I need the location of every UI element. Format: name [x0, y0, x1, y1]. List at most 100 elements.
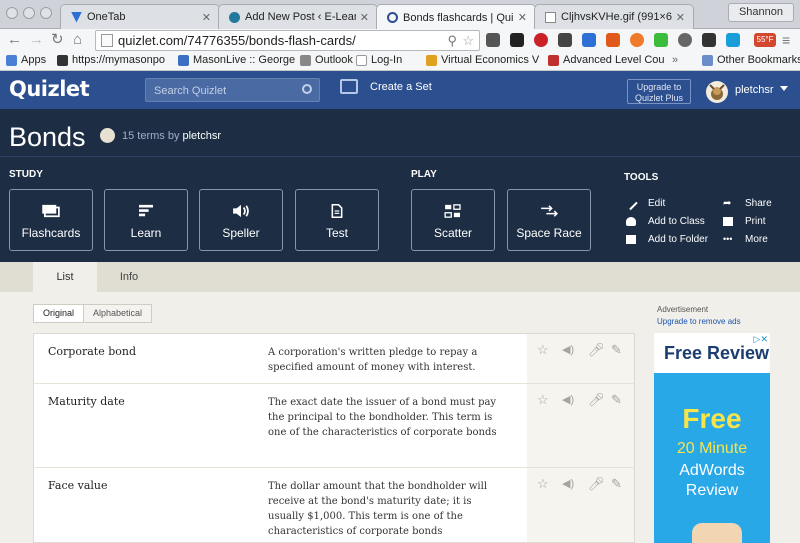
advertisement[interactable]: Free Review ▷✕ Free 20 Minute AdWords Re…	[654, 333, 770, 543]
username[interactable]: pletchsr	[735, 84, 774, 96]
sort-original-button[interactable]: Original	[34, 305, 85, 322]
profile-button[interactable]: Shannon	[728, 3, 794, 22]
star-icon[interactable]: ☆	[462, 31, 474, 50]
tool-label: Add to Folder	[648, 234, 709, 245]
bookmark-advanced-level[interactable]: Advanced Level Cou	[548, 54, 665, 66]
bookmark-label: Apps	[21, 54, 47, 66]
chevron-down-icon[interactable]	[780, 86, 788, 91]
set-banner: Bonds 15 terms by pletchsr STUDY PLAY TO…	[0, 109, 800, 262]
edit-tool[interactable]: Edit	[624, 196, 665, 211]
window-close-control[interactable]	[6, 7, 18, 19]
bookmark-apps[interactable]: Apps	[6, 54, 46, 66]
set-tabs: List Info	[0, 262, 800, 292]
address-bar[interactable]: quizlet.com/74776355/bonds-flash-cards/ …	[95, 30, 480, 51]
microphone-icon[interactable]: 🎤︎	[588, 342, 605, 358]
author-link[interactable]: pletchsr	[182, 130, 221, 142]
close-icon[interactable]: ✕	[676, 11, 685, 24]
upgrade-button[interactable]: Upgrade to Quizlet Plus	[627, 79, 691, 104]
evernote-extension-icon[interactable]	[654, 33, 668, 47]
extension-icon[interactable]	[606, 33, 620, 47]
bookmark-log-in[interactable]: Log-In	[356, 54, 402, 66]
bookmark-masonlive[interactable]: MasonLive :: George	[178, 54, 295, 66]
ad-choices-icon[interactable]: ▷✕	[754, 334, 768, 345]
space-race-icon	[541, 205, 558, 217]
create-set-label: Create a Set	[370, 80, 432, 93]
extension-icon[interactable]	[630, 33, 644, 47]
more-tool[interactable]: ••• More	[723, 234, 768, 245]
add-to-class-tool[interactable]: Add to Class	[626, 216, 705, 227]
bookmark-label: Outlook	[315, 54, 353, 66]
mode-label: Test	[325, 226, 348, 240]
create-set-icon	[340, 79, 358, 94]
microphone-icon[interactable]: 🎤︎	[588, 476, 605, 492]
pencil-icon[interactable]: ✎	[611, 342, 622, 358]
bookmark-label: MasonLive :: George	[193, 54, 296, 66]
buffer-extension-icon[interactable]	[510, 33, 524, 47]
browser-tab-quizlet[interactable]: Bonds flashcards | Quizlet ✕	[376, 4, 536, 30]
image-favicon-icon	[545, 11, 556, 23]
bookmark-virtual-economics[interactable]: Virtual Economics V	[426, 54, 539, 66]
add-to-folder-tool[interactable]: Add to Folder	[626, 234, 708, 245]
bookmark-outlook[interactable]: Outlook	[300, 54, 353, 66]
more-dots-icon: •••	[723, 234, 733, 244]
browser-tab-gif[interactable]: CljhvsKVHe.gif (991×681) ✕	[534, 4, 694, 29]
close-icon[interactable]: ✕	[360, 11, 369, 24]
star-icon[interactable]: ☆	[537, 476, 549, 492]
more-bookmarks-icon[interactable]: »	[672, 54, 678, 66]
extension-icon[interactable]	[486, 33, 500, 47]
speaker-icon[interactable]: ◀)	[562, 477, 574, 490]
test-button[interactable]: Test	[295, 189, 379, 251]
tab-info[interactable]: Info	[97, 262, 161, 292]
menu-icon[interactable]: ≡	[782, 31, 790, 49]
ad-body-text: AdWords Review	[654, 461, 770, 501]
create-set-button[interactable]: Create a Set	[340, 79, 432, 94]
star-icon[interactable]: ☆	[537, 342, 549, 358]
extension-icon[interactable]	[726, 33, 740, 47]
close-icon[interactable]: ✕	[518, 11, 527, 24]
bookmark-other[interactable]: Other Bookmarks	[702, 54, 800, 66]
search-icon[interactable]: ⚲	[447, 31, 457, 50]
microphone-icon[interactable]: 🎤︎	[588, 392, 605, 408]
extension-icon[interactable]	[678, 33, 692, 47]
speller-button[interactable]: Speller	[199, 189, 283, 251]
learn-button[interactable]: Learn	[104, 189, 188, 251]
close-icon[interactable]: ✕	[202, 11, 211, 24]
bookmark-mymasonportal[interactable]: https://mymasonpo	[57, 54, 165, 66]
scatter-button[interactable]: Scatter	[411, 189, 495, 251]
page-icon	[101, 34, 113, 47]
star-icon[interactable]: ☆	[537, 392, 549, 408]
share-tool[interactable]: ➦ Share	[723, 198, 772, 209]
speaker-icon[interactable]: ◀)	[562, 343, 574, 356]
extension-icon[interactable]	[582, 33, 596, 47]
window-minimize-control[interactable]	[23, 7, 35, 19]
reload-icon[interactable]: ↻	[51, 31, 64, 49]
pencil-icon[interactable]: ✎	[611, 476, 622, 492]
pinterest-extension-icon[interactable]	[534, 33, 548, 47]
search-input[interactable]: Search Quizlet	[145, 78, 320, 102]
home-icon[interactable]: ⌂	[73, 31, 82, 49]
tab-list[interactable]: List	[33, 262, 97, 292]
extension-icon[interactable]	[702, 33, 716, 47]
speaker-icon[interactable]: ◀)	[562, 393, 574, 406]
browser-tab-add-new-post[interactable]: Add New Post ‹ E-Learning ✕	[218, 4, 378, 29]
pencil-icon[interactable]: ✎	[611, 392, 622, 408]
space-race-button[interactable]: Space Race	[507, 189, 591, 251]
print-tool[interactable]: Print	[723, 216, 766, 227]
definition-text: A corporation's written pledge to repay …	[268, 347, 478, 373]
browser-tab-strip: OneTab ✕ Add New Post ‹ E-Learning ✕ Bon…	[0, 0, 800, 30]
remove-ads-link[interactable]: Upgrade to remove ads	[657, 317, 741, 326]
window-zoom-control[interactable]	[40, 7, 52, 19]
forward-arrow-icon[interactable]: →	[29, 31, 44, 49]
sort-alphabetical-button[interactable]: Alphabetical	[84, 305, 152, 322]
avatar[interactable]	[706, 81, 728, 103]
ad-line1: AdWords	[679, 462, 745, 479]
flashcards-button[interactable]: Flashcards	[9, 189, 93, 251]
ad-illustration	[692, 523, 742, 543]
play-heading: PLAY	[411, 169, 437, 180]
back-arrow-icon[interactable]: ←	[7, 31, 22, 49]
folder-icon	[702, 54, 713, 66]
quizlet-logo[interactable]: Quizlet	[9, 77, 90, 101]
browser-tab-onetab[interactable]: OneTab ✕	[60, 4, 220, 29]
extension-icon[interactable]	[558, 33, 572, 47]
weather-extension-icon[interactable]: 55°F	[754, 33, 776, 47]
